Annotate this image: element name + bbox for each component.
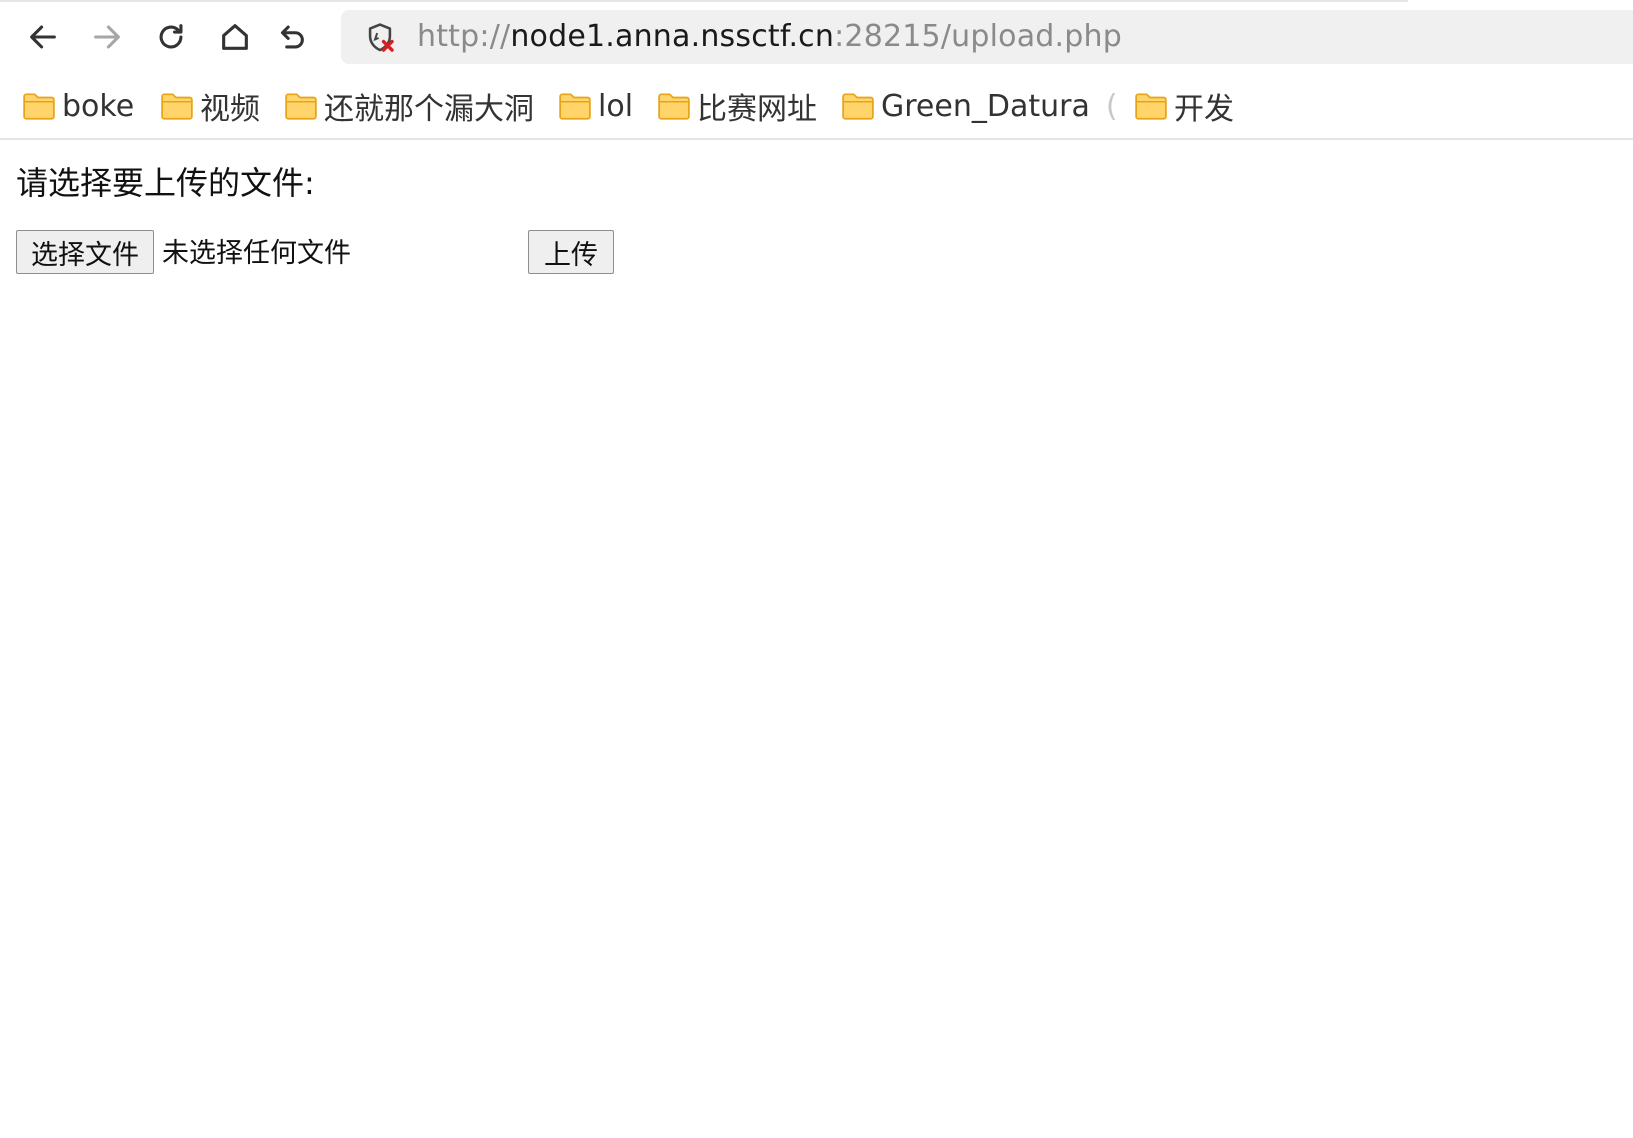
bookmark-folder-green-datura[interactable]: Green_Datura ( xyxy=(841,84,1118,128)
page-content: 请选择要上传的文件: 选择文件 未选择任何文件 上传 xyxy=(0,140,1633,1138)
bookmark-folder-dev[interactable]: 开发 xyxy=(1134,84,1234,128)
back-button[interactable] xyxy=(20,14,66,60)
arrow-left-icon xyxy=(30,25,56,49)
bookmarks-bar: boke 视频 还就那个漏大洞 lol 比赛网址 Green_Datura (… xyxy=(0,76,1633,140)
bookmark-label-trail: ( xyxy=(1105,88,1118,124)
bookmark-label: Green_Datura xyxy=(881,88,1090,124)
arrow-right-icon xyxy=(94,25,120,49)
bookmark-folder-contests[interactable]: 比赛网址 xyxy=(657,84,817,128)
browser-toolbar: http://node1.anna.nssctf.cn:28215/upload… xyxy=(0,0,1633,75)
home-button[interactable] xyxy=(212,14,258,60)
bookmark-label: 视频 xyxy=(200,92,260,127)
bookmark-label: lol xyxy=(598,88,634,124)
folder-icon xyxy=(842,93,874,120)
url-host: node1.anna.nssctf.cn xyxy=(510,19,835,54)
address-bar[interactable]: http://node1.anna.nssctf.cn:28215/upload… xyxy=(341,10,1633,64)
folder-icon xyxy=(1135,93,1167,120)
url-path: :28215/upload.php xyxy=(834,19,1122,54)
bookmark-label: 比赛网址 xyxy=(697,92,817,127)
reload-button[interactable] xyxy=(148,14,194,60)
folder-icon xyxy=(658,93,690,120)
folder-icon xyxy=(23,93,55,120)
home-icon xyxy=(222,24,248,50)
undo-button[interactable] xyxy=(268,14,314,60)
upload-button[interactable]: 上传 xyxy=(528,230,614,274)
file-status-text: 未选择任何文件 xyxy=(162,238,351,269)
bookmark-folder-videos[interactable]: 视频 xyxy=(160,84,260,128)
bookmark-folder-lol[interactable]: lol xyxy=(558,84,633,128)
folder-icon xyxy=(161,93,193,120)
forward-button[interactable] xyxy=(84,14,130,60)
url-text[interactable]: http://node1.anna.nssctf.cn:28215/upload… xyxy=(417,10,1122,64)
url-scheme: http:// xyxy=(417,19,511,54)
bookmark-label: boke xyxy=(62,88,135,124)
undo-icon xyxy=(280,25,304,49)
shield-insecure-icon[interactable] xyxy=(363,21,397,55)
page-load-indicator xyxy=(0,0,1408,2)
bookmark-folder-boke[interactable]: boke xyxy=(22,84,134,128)
upload-prompt: 请选择要上传的文件: xyxy=(16,164,315,202)
bookmark-label: 开发 xyxy=(1174,92,1234,127)
choose-file-button[interactable]: 选择文件 xyxy=(16,230,154,274)
bookmark-folder-big-hole[interactable]: 还就那个漏大洞 xyxy=(284,84,534,128)
folder-icon xyxy=(559,93,591,120)
folder-icon xyxy=(285,93,317,120)
bookmark-label: 还就那个漏大洞 xyxy=(324,92,534,127)
reload-icon xyxy=(159,24,183,49)
